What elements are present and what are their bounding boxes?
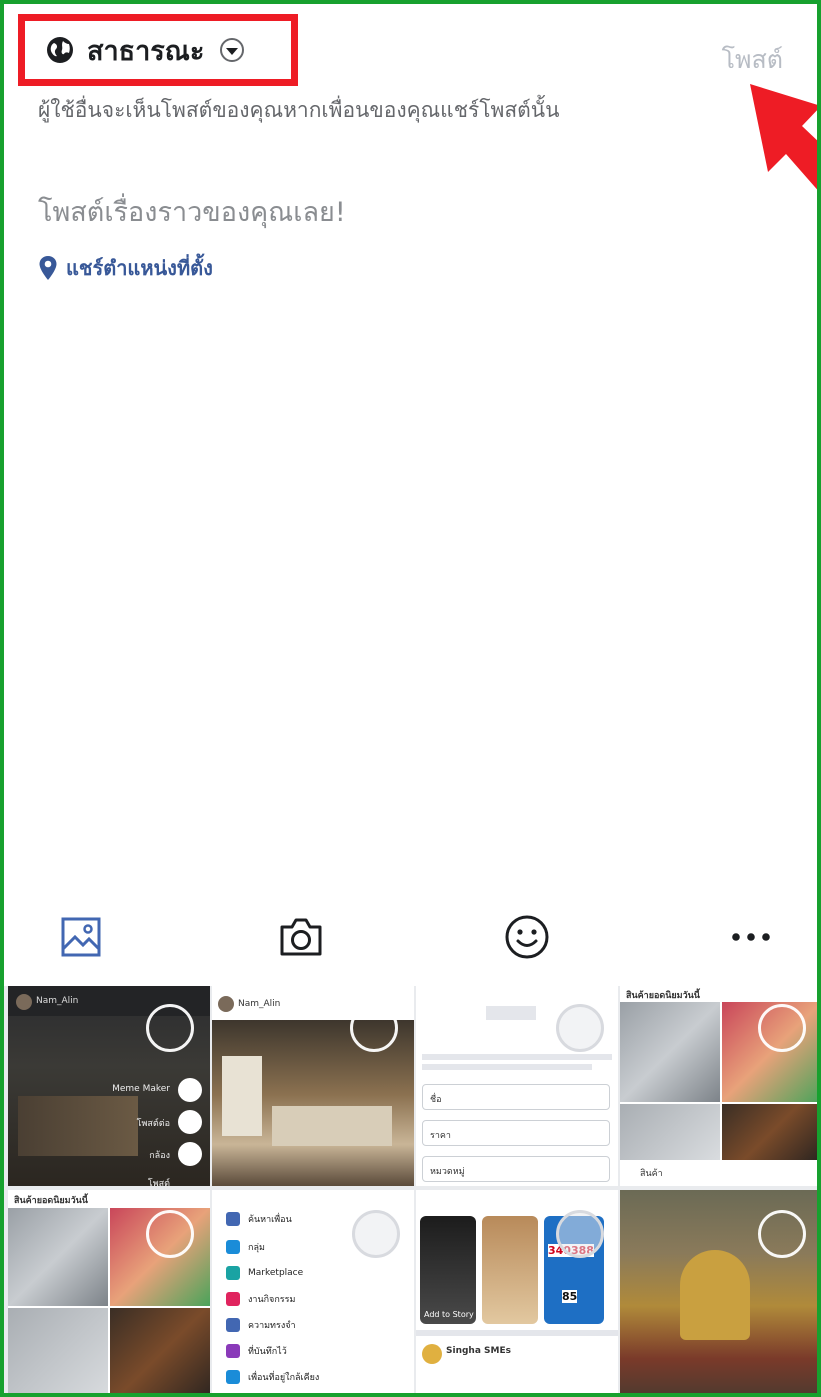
audience-label: สาธารณะ	[87, 35, 205, 67]
location-pin-icon	[39, 256, 57, 280]
avatar	[218, 996, 234, 1012]
select-circle[interactable]	[146, 1004, 194, 1052]
thumb-title: สินค้ายอดนิยมวันนี้	[14, 1196, 88, 1206]
story-label: Add to Story	[424, 1310, 474, 1319]
menu-item: ที่บันทึกไว้	[226, 1344, 287, 1358]
menu-item: Marketplace	[226, 1266, 303, 1280]
select-circle[interactable]	[146, 1210, 194, 1258]
gallery-thumb-4[interactable]: สินค้ายอดนิยมวันนี้ สินค้า	[620, 986, 817, 1186]
red-arrow-annotation	[750, 84, 817, 190]
thumb-tag: สินค้า	[640, 1169, 663, 1179]
select-circle[interactable]	[556, 1210, 604, 1258]
gallery-thumb-1[interactable]: Nam_Alin Meme Maker โพสต์ต่อ กล้อง โพสต์	[8, 986, 210, 1186]
lottery-number: 85	[562, 1290, 578, 1303]
menu-item: เพื่อนที่อยู่ใกล้เคียง	[226, 1370, 319, 1384]
gallery-thumb-5[interactable]: สินค้ายอดนิยมวันนี้	[8, 1190, 210, 1393]
photo-icon	[61, 917, 101, 957]
thumb-user-name: Nam_Alin	[36, 996, 79, 1006]
photo-gallery: Nam_Alin Meme Maker โพสต์ต่อ กล้อง โพสต์…	[4, 986, 817, 1393]
menu-label: โพสต์	[147, 1179, 170, 1186]
menu-item: ความทรงจำ	[226, 1318, 296, 1332]
audience-selector[interactable]: สาธารณะ	[18, 14, 298, 86]
composer-input[interactable]: โพสต์เรื่องราวของคุณเลย!	[38, 190, 346, 233]
globe-icon	[47, 37, 73, 63]
menu-item: งานกิจกรรม	[226, 1292, 295, 1306]
menu-label: Meme Maker	[112, 1084, 170, 1094]
form-field-label: หมวดหมู่	[430, 1167, 465, 1177]
gallery-thumb-8[interactable]	[620, 1190, 817, 1393]
form-field-label: ราคา	[430, 1131, 451, 1141]
composer-header: สาธารณะ โพสต์	[4, 4, 817, 94]
gallery-thumb-6[interactable]: ค้นหาเพื่อน กลุ่ม Marketplace งานกิจกรรม…	[212, 1190, 414, 1393]
audience-description: ผู้ใช้อื่นจะเห็นโพสต์ของคุณหากเพื่อนของค…	[38, 98, 560, 122]
thumb-title: สินค้ายอดนิยมวันนี้	[626, 991, 700, 1001]
thumb-user-name: Nam_Alin	[238, 999, 281, 1009]
select-circle[interactable]	[352, 1210, 400, 1258]
photo-button[interactable]	[56, 912, 106, 962]
select-circle[interactable]	[758, 1004, 806, 1052]
post-button[interactable]: โพสต์	[722, 40, 783, 80]
menu-label: กล้อง	[149, 1151, 170, 1161]
more-button[interactable]	[726, 912, 776, 962]
camera-button[interactable]	[276, 912, 326, 962]
gallery-thumb-2[interactable]: Nam_Alin	[212, 986, 414, 1186]
share-location-label: แชร์ตำแหน่งที่ตั้ง	[66, 256, 213, 280]
gallery-thumb-3[interactable]: ชื่อ ราคา หมวดหมู่	[416, 986, 618, 1186]
select-circle[interactable]	[758, 1210, 806, 1258]
menu-item: กลุ่ม	[226, 1240, 265, 1254]
form-field-label: ชื่อ	[430, 1095, 442, 1105]
emoji-icon	[505, 915, 549, 959]
chevron-down-icon	[220, 38, 245, 62]
composer-toolbar	[4, 904, 817, 976]
more-icon	[732, 933, 770, 941]
app-frame: สาธารณะ โพสต์ ผู้ใช้อื่นจะเห็นโพสต์ของคุ…	[0, 0, 821, 1397]
camera-icon	[280, 918, 322, 956]
gallery-thumb-7[interactable]: Add to Story 340388 85 Singha SMEs	[416, 1190, 618, 1393]
avatar	[422, 1344, 442, 1364]
emoji-button[interactable]	[502, 912, 552, 962]
page-name: Singha SMEs	[446, 1346, 511, 1356]
select-circle[interactable]	[350, 1004, 398, 1052]
menu-label: โพสต์ต่อ	[136, 1119, 170, 1129]
share-location-button[interactable]: แชร์ตำแหน่งที่ตั้ง	[38, 252, 213, 284]
avatar	[16, 994, 32, 1010]
menu-item: ค้นหาเพื่อน	[226, 1212, 292, 1226]
select-circle[interactable]	[556, 1004, 604, 1052]
